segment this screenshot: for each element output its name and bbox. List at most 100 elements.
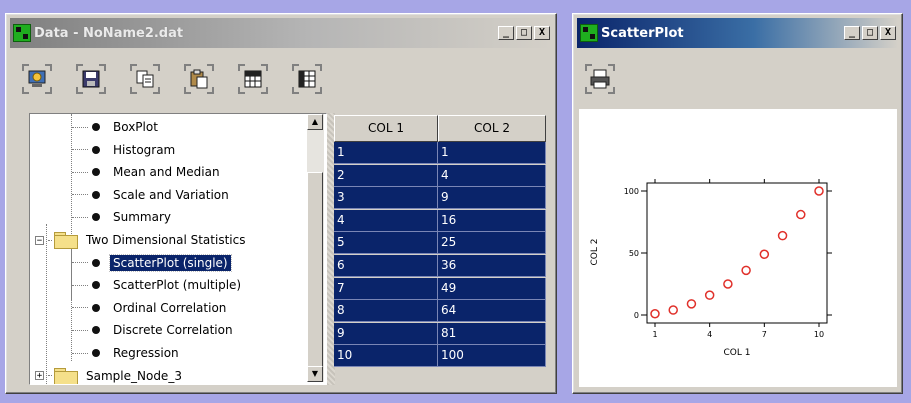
table-cell[interactable]: 7: [334, 277, 438, 300]
scroll-thumb[interactable]: [307, 172, 323, 367]
plot-window-titlebar[interactable]: ScatterPlot _ □ X: [577, 18, 898, 48]
table-cell[interactable]: 10: [334, 345, 438, 368]
table-cell[interactable]: 1: [438, 142, 546, 164]
node-bullet-icon: [92, 303, 100, 312]
y-tick-label: 50: [629, 249, 639, 258]
close-button[interactable]: X: [534, 26, 550, 40]
table-cell[interactable]: 25: [438, 232, 546, 255]
table-cell[interactable]: 6: [334, 255, 438, 277]
print-button[interactable]: [585, 64, 615, 94]
x-axis-label: COL 1: [724, 348, 751, 358]
grid-button-2[interactable]: [292, 64, 322, 94]
tree-item[interactable]: Summary: [72, 206, 174, 228]
expand-icon[interactable]: +: [35, 371, 44, 381]
node-bullet-icon: [92, 258, 100, 267]
table-cell[interactable]: 4: [438, 164, 546, 187]
tree-item[interactable]: Ordinal Correlation: [72, 297, 229, 319]
table-cell[interactable]: 2: [334, 164, 438, 187]
plot-area: 1 4 7 10 0 50 100 COL 1 COL 2: [579, 109, 897, 387]
table-cell[interactable]: 9: [334, 322, 438, 345]
scroll-up-button[interactable]: ▲: [307, 114, 323, 130]
tree-item-label: Mean and Median: [113, 165, 220, 180]
node-bullet-icon: [92, 281, 100, 290]
table-cell[interactable]: 9: [438, 187, 546, 210]
y-tick-label: 100: [624, 187, 639, 196]
node-bullet-icon: [92, 326, 100, 335]
import-data-button[interactable]: [22, 64, 52, 94]
table-cell[interactable]: 5: [334, 232, 438, 255]
tree-item[interactable]: Scale and Variation: [72, 184, 232, 206]
app-icon: [580, 24, 598, 42]
tree-item[interactable]: Mean and Median: [72, 161, 223, 183]
minimize-button[interactable]: _: [498, 26, 514, 40]
app-icon: [13, 24, 31, 42]
table-cell[interactable]: 49: [438, 277, 546, 300]
close-button[interactable]: X: [880, 26, 896, 40]
tree-item-label: ScatterPlot (single): [109, 253, 232, 272]
y-axis-label: COL 2: [590, 239, 600, 266]
data-point: [796, 209, 806, 220]
table-cell[interactable]: 4: [334, 209, 438, 232]
save-button[interactable]: [76, 64, 106, 94]
tree-item-label: Discrete Correlation: [113, 323, 233, 338]
plot-frame: [646, 182, 828, 324]
tree-item[interactable]: Histogram: [72, 139, 178, 161]
table-cell[interactable]: 16: [438, 209, 546, 232]
tree-item[interactable]: BoxPlot: [72, 116, 161, 138]
data-point: [723, 279, 733, 289]
tree-scrollbar[interactable]: ▲ ▼: [307, 114, 324, 382]
data-point: [759, 249, 770, 259]
column-header-col1[interactable]: COL 1: [334, 115, 438, 142]
paste-button[interactable]: [184, 64, 214, 94]
data-toolbar: [12, 54, 550, 104]
data-window-titlebar[interactable]: Data - NoName2.dat _ □ X: [10, 18, 552, 48]
analysis-tree: BoxPlot Histogram Mean and Median Scale and…: [29, 113, 327, 385]
data-grid: COL 1 COL 2 1 1 2 4 3 9 4 16 5 25 6 36 7 49 8 64 9 81 10 10…: [334, 115, 550, 369]
x-tick-label: 1: [652, 330, 657, 339]
tree-item-label: Histogram: [113, 142, 176, 157]
data-point: [650, 309, 660, 319]
maximize-button[interactable]: □: [862, 26, 878, 40]
scroll-down-button[interactable]: ▼: [307, 366, 323, 382]
tree-item[interactable]: Discrete Correlation: [72, 319, 236, 341]
data-point: [686, 299, 697, 309]
grid-button[interactable]: [238, 64, 268, 94]
data-point: [704, 290, 715, 300]
x-tick-label: 7: [762, 330, 767, 339]
data-point: [741, 265, 751, 276]
plot-window-title: ScatterPlot: [601, 25, 684, 41]
table-cell[interactable]: 1: [334, 142, 438, 164]
tree-item[interactable]: + Sample_Node_3: [35, 365, 185, 384]
tree-item[interactable]: − Two Dimensional Statistics: [35, 229, 248, 251]
table-cell[interactable]: 100: [438, 345, 546, 368]
node-bullet-icon: [92, 168, 100, 177]
table-cell[interactable]: 36: [438, 255, 546, 277]
table-cell[interactable]: 64: [438, 300, 546, 323]
data-point: [777, 230, 788, 241]
tree-item-label: Summary: [113, 210, 171, 225]
tree-item-label: Ordinal Correlation: [113, 300, 227, 315]
minimize-button[interactable]: _: [844, 26, 860, 40]
tree-item-label: ScatterPlot (multiple): [113, 278, 242, 293]
tree-item-label: Regression: [113, 346, 179, 360]
tree-item[interactable]: ScatterPlot (single): [72, 252, 232, 274]
table-cell[interactable]: 81: [438, 322, 546, 345]
column-header-col2[interactable]: COL 2: [438, 115, 546, 142]
table-cell[interactable]: 8: [334, 300, 438, 323]
tree-item[interactable]: ScatterPlot (multiple): [72, 274, 244, 296]
maximize-button[interactable]: □: [516, 26, 532, 40]
table-cell[interactable]: 3: [334, 187, 438, 210]
data-point: [668, 305, 678, 315]
node-bullet-icon: [92, 123, 100, 131]
plot-toolbar: [579, 54, 896, 104]
collapse-icon[interactable]: −: [35, 235, 44, 245]
folder-icon: [54, 232, 78, 249]
tree-item[interactable]: Regression: [72, 342, 182, 364]
folder-icon: [54, 367, 78, 384]
y-tick-label: 0: [634, 311, 639, 320]
data-window: Data - NoName2.dat _ □ X BoxPlot Histogr…: [5, 13, 557, 394]
node-bullet-icon: [92, 190, 100, 199]
tree-item-label: Scale and Variation: [113, 187, 229, 202]
copy-button[interactable]: [130, 64, 160, 94]
x-tick-label: 10: [814, 330, 824, 339]
